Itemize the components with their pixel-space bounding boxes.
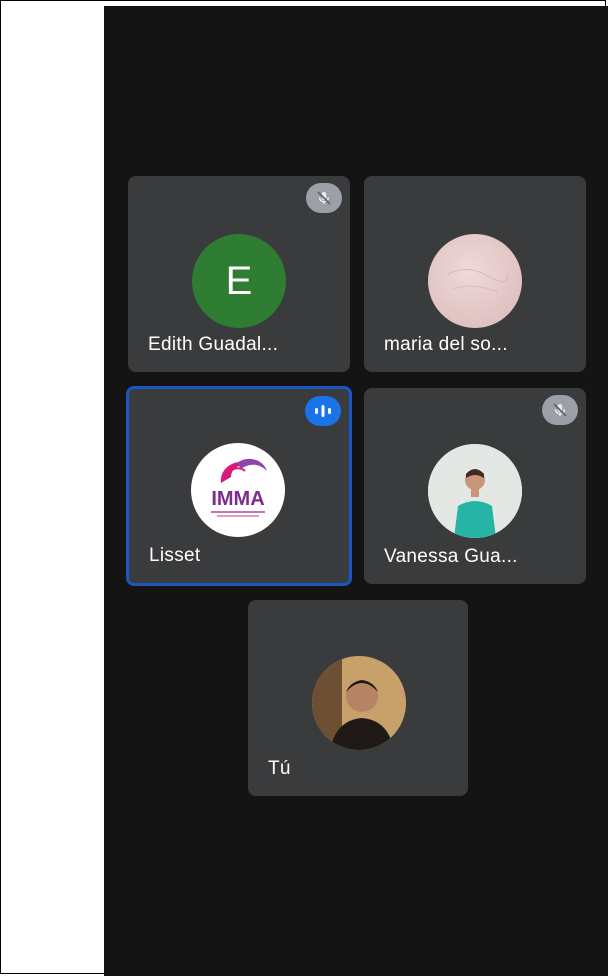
avatar: E — [192, 234, 286, 328]
avatar-initial: E — [225, 258, 253, 303]
participant-name: Vanessa Gua... — [384, 546, 518, 567]
mic-off-icon — [306, 183, 342, 213]
profile-photo — [428, 444, 522, 538]
avatar — [312, 656, 406, 750]
photo-texture — [447, 269, 509, 293]
participant-tile-active[interactable]: IMMA Lisset — [126, 386, 352, 586]
meeting-stage: E Edith Guadal... maria del so... IMMA L… — [104, 6, 608, 976]
participant-tile[interactable]: maria del so... — [364, 176, 586, 372]
participant-name: maria del so... — [384, 334, 508, 355]
avatar — [428, 234, 522, 328]
imma-logo-icon: IMMA — [211, 458, 267, 517]
logo-text: IMMA — [211, 488, 264, 510]
participant-name: Lisset — [149, 545, 201, 566]
participant-tile-self[interactable]: Tú — [248, 600, 468, 796]
participant-name: Edith Guadal... — [148, 334, 279, 355]
participant-name: Tú — [268, 758, 291, 779]
avatar — [428, 444, 522, 538]
participant-tile[interactable]: E Edith Guadal... — [128, 176, 350, 372]
speaking-indicator-icon — [305, 396, 341, 426]
profile-photo — [312, 656, 406, 750]
participant-tile[interactable]: Vanessa Gua... — [364, 388, 586, 584]
avatar: IMMA — [191, 443, 285, 537]
mic-off-icon — [542, 395, 578, 425]
